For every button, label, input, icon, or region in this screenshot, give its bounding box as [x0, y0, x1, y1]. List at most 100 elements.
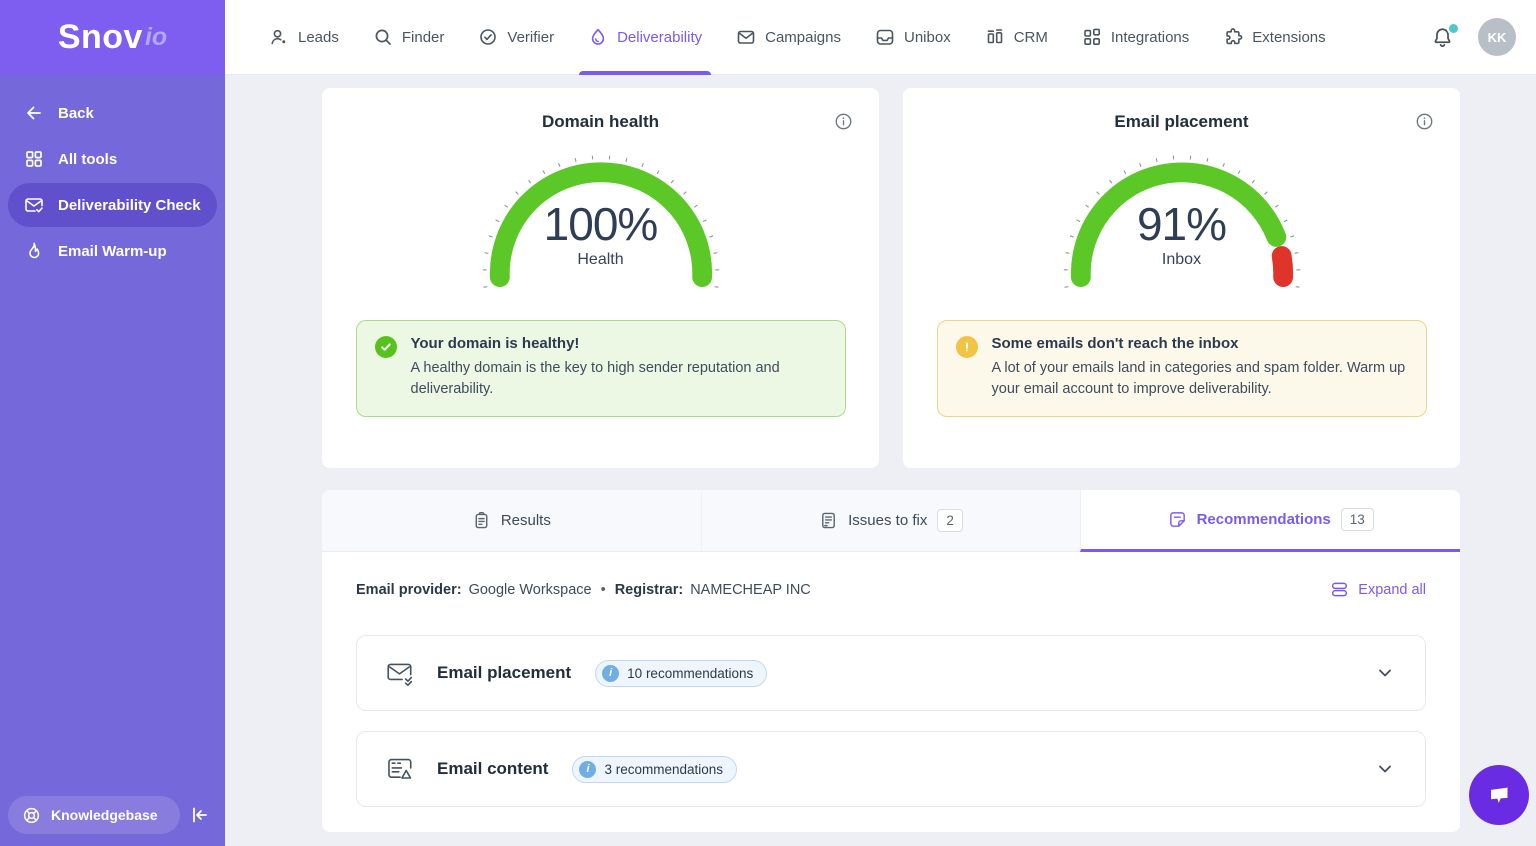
alert-body: A lot of your emails land in categories … [992, 358, 1408, 401]
nav-item-integrations[interactable]: Integrations [1065, 0, 1206, 75]
avatar[interactable]: KK [1478, 18, 1516, 56]
lifebuoy-icon [22, 806, 41, 825]
warning-circle-icon [956, 336, 978, 358]
sidebar-item-label: All tools [58, 151, 117, 168]
email-provider-value: Google Workspace [469, 582, 592, 598]
alert-body: A healthy domain is the key to high send… [411, 358, 827, 401]
gauge-percent-value: 91% [1050, 200, 1314, 248]
chevron-down-icon[interactable] [1375, 759, 1395, 779]
nav-item-leads[interactable]: Leads [252, 0, 356, 75]
registrar-label: Registrar: [615, 582, 684, 598]
nav-item-deliverability[interactable]: Deliverability [571, 0, 719, 75]
expand-all-button[interactable]: Expand all [1330, 580, 1426, 599]
domain-health-alert: Your domain is healthy! A healthy domain… [356, 320, 846, 417]
info-icon[interactable] [1415, 112, 1434, 131]
tab-label: Issues to fix [848, 512, 927, 529]
crm-icon [985, 27, 1005, 47]
recommendations-count-badge: i 10 recommendations [595, 660, 767, 687]
accordion-email-content[interactable]: Email content i 3 recommendations [356, 731, 1426, 807]
results-icon [472, 511, 491, 530]
chat-bubble-icon [1482, 778, 1516, 812]
nav-item-finder[interactable]: Finder [356, 0, 462, 75]
tab-count-badge: 13 [1341, 508, 1374, 532]
recommendations-count-label: 3 recommendations [604, 762, 723, 777]
gauge-percent-value: 100% [469, 200, 733, 248]
back-arrow-icon [24, 103, 44, 123]
recommendations-count-label: 10 recommendations [627, 666, 753, 681]
email-placement-card: Email placement 91% Inbox Some emails do… [903, 88, 1460, 468]
recommendations-count-badge: i 3 recommendations [572, 756, 737, 783]
email-provider-label: Email provider: [356, 582, 462, 598]
nav-item-unibox[interactable]: Unibox [858, 0, 968, 75]
sidebar-item-deliverability-check[interactable]: Deliverability Check [8, 183, 217, 227]
leads-icon [269, 27, 289, 47]
accordion-email-placement[interactable]: Email placement i 10 recommendations [356, 635, 1426, 711]
unibox-icon [875, 27, 895, 47]
deliverability-icon [588, 27, 608, 47]
sidebar-item-back[interactable]: Back [0, 91, 225, 135]
info-icon[interactable] [834, 112, 853, 131]
sidebar: Snov io Back All tools Deliverability Ch… [0, 0, 225, 846]
sidebar-item-label: Email Warm-up [58, 243, 167, 260]
nav-label: Integrations [1111, 29, 1189, 46]
tab-results[interactable]: Results [322, 490, 701, 552]
envelope-double-check-icon [385, 658, 415, 688]
email-placement-gauge: 91% Inbox [1050, 148, 1314, 288]
provider-info-row: Email provider: Google Workspace • Regis… [356, 580, 1426, 599]
knowledgebase-button[interactable]: Knowledgebase [8, 796, 180, 834]
expand-all-icon [1330, 580, 1349, 599]
brand-name: Snov [58, 18, 143, 57]
grid-icon [24, 149, 44, 169]
registrar-value: NAMECHEAP INC [690, 582, 811, 598]
gauge-sublabel: Inbox [1050, 251, 1314, 269]
nav-label: CRM [1014, 29, 1048, 46]
nav-label: Unibox [904, 29, 951, 46]
sidebar-item-label: Deliverability Check [58, 197, 201, 214]
nav-label: Verifier [507, 29, 554, 46]
gauge-sublabel: Health [469, 251, 733, 269]
tab-issues-to-fix[interactable]: Issues to fix 2 [701, 490, 1081, 552]
nav-label: Leads [298, 29, 339, 46]
integrations-icon [1082, 27, 1102, 47]
nav-item-extensions[interactable]: Extensions [1206, 0, 1342, 75]
campaigns-icon [736, 27, 756, 47]
brand-suffix: io [145, 23, 167, 52]
nav-label: Extensions [1252, 29, 1325, 46]
main-content: Domain health 100% Health Your domain is… [322, 88, 1460, 832]
document-warning-icon [385, 754, 415, 784]
tab-count-badge: 2 [937, 509, 963, 533]
card-title: Email placement [903, 112, 1460, 132]
separator-dot: • [601, 582, 606, 598]
info-badge-icon: i [602, 665, 619, 682]
notifications-button[interactable] [1431, 26, 1454, 49]
flame-icon [24, 241, 44, 261]
check-circle-icon [375, 336, 397, 358]
sidebar-item-email-warm-up[interactable]: Email Warm-up [0, 229, 225, 273]
knowledgebase-label: Knowledgebase [51, 807, 158, 823]
chat-widget-button[interactable] [1469, 765, 1529, 825]
tab-label: Recommendations [1197, 511, 1331, 528]
nav-item-campaigns[interactable]: Campaigns [719, 0, 858, 75]
brand-logo[interactable]: Snov io [0, 0, 225, 75]
chevron-down-icon[interactable] [1375, 663, 1395, 683]
tab-recommendations[interactable]: Recommendations 13 [1080, 490, 1460, 552]
alert-title: Your domain is healthy! [411, 335, 827, 352]
tab-label: Results [501, 512, 551, 529]
nav-item-verifier[interactable]: Verifier [461, 0, 571, 75]
sidebar-item-label: Back [58, 105, 94, 122]
issues-icon [819, 511, 838, 530]
notification-dot [1447, 22, 1460, 35]
envelope-check-icon [24, 195, 44, 215]
tab-bar: Results Issues to fix 2 Recommendations … [322, 490, 1460, 552]
accordion-title: Email placement [437, 663, 571, 683]
verifier-icon [478, 27, 498, 47]
collapse-sidebar-icon[interactable] [189, 804, 211, 826]
accordion-title: Email content [437, 759, 548, 779]
alert-title: Some emails don't reach the inbox [992, 335, 1408, 352]
finder-icon [373, 27, 393, 47]
info-badge-icon: i [579, 761, 596, 778]
nav-label: Finder [402, 29, 445, 46]
top-navigation: Leads Finder Verifier Deliverability Cam… [225, 0, 1536, 75]
nav-item-crm[interactable]: CRM [968, 0, 1065, 75]
sidebar-item-all-tools[interactable]: All tools [0, 137, 225, 181]
